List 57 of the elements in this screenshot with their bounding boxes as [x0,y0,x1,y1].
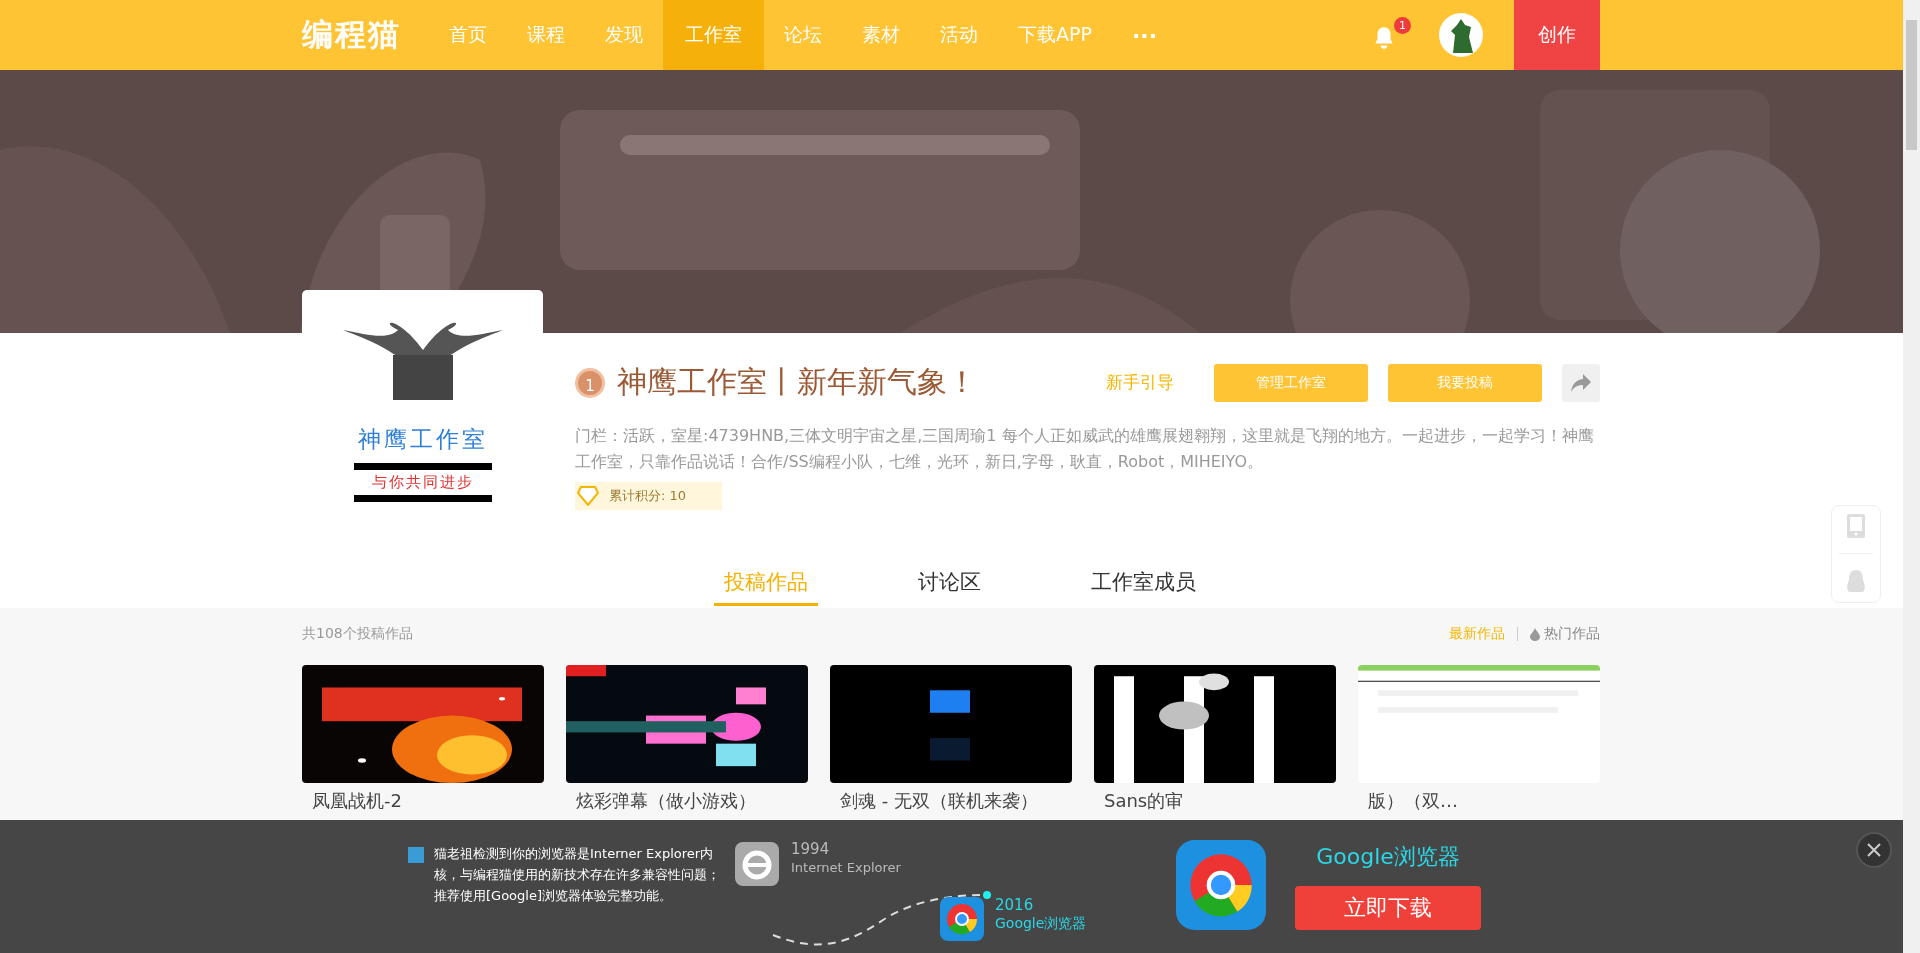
notice-message: 猫老祖检测到你的浏览器是Interner Explorer内核，与编程猫使用的新技术存在许多兼容性问题；推荐使用[Google]浏览器体验完整功能。 [434,845,721,905]
old-year: 1994 [791,840,830,858]
share-icon [1571,373,1591,392]
nav-item[interactable]: 素材 [842,0,920,70]
browser-e-icon [735,842,779,886]
close-button[interactable] [1856,832,1892,868]
studio-button[interactable]: 我要投稿 [1388,363,1542,402]
logo-slogan: 与你共同进步 [353,463,492,502]
points-tag: 累计积分: 10 [575,482,723,511]
studio-description: 门栏：活跃，室星:4739HNB,三体文明宇宙之星,三国周瑜1 每个人正如威武的雄鹰展翅翱翔，这里就是飞翔的地方。一起进步，一起学习！神鹰工作室，只靠作品说话！合作/SS编程小队，七维，光环，新日,字母，耿直，Robot，MIHEIYO。 [575,425,1595,473]
browser-title: Google浏览器 [1316,843,1460,871]
old-browser-name: Internet Explorer [791,860,901,875]
work-card[interactable]: 版）（双… [1358,665,1600,813]
studio-name: 神鹰工作室丨新年新气象！ [617,363,977,401]
penguin-icon[interactable] [1846,570,1866,595]
guide-link[interactable]: 新手引导 [1106,371,1174,394]
work-card[interactable]: 剑魂 - 无双（联机来袭） [830,665,1072,813]
works-count: 共108个投稿作品 [302,625,413,643]
tab[interactable]: 工作室成员 [1081,560,1206,606]
notification-button[interactable]: 1 [1371,16,1411,54]
work-card[interactable]: 炫彩弹幕（做小游戏） [566,665,808,813]
notification-badge: 1 [1394,16,1411,34]
work-title: 剑魂 - 无双（联机来袭） [839,789,1039,813]
share-button[interactable] [1562,363,1600,402]
work-card[interactable]: Sans的审 [1094,665,1336,813]
close-icon [1866,842,1882,858]
scrollbar[interactable] [1903,0,1920,953]
chrome-icon [940,897,984,941]
nav-item[interactable]: 活动 [920,0,998,70]
work-title: Sans的审 [1103,789,1185,813]
sort-link[interactable]: 最新作品 [1449,625,1505,643]
work-title: 炫彩弹幕（做小游戏） [575,789,757,813]
phone-icon[interactable] [1847,513,1865,538]
new-year: 2016 [995,896,1034,914]
nav-item[interactable]: 课程 [507,0,585,70]
tab[interactable]: 讨论区 [908,560,991,606]
level-badge: 1 [575,367,605,398]
site-logo[interactable]: 编程猫 [302,14,401,56]
studio-button[interactable]: 管理工作室 [1214,363,1368,402]
download-button[interactable]: 立即下载 [1295,886,1481,930]
create-button[interactable]: 创作 [1514,0,1600,70]
checkbox[interactable] [408,847,424,863]
nav-item[interactable]: 工作室 [663,0,764,70]
chrome-icon [1176,840,1266,930]
work-card[interactable]: 凤凰战机-2 [302,665,544,813]
nav-item[interactable]: 论坛 [764,0,842,70]
sort-link[interactable]: 热门作品 [1530,625,1600,643]
work-title: 凤凰战机-2 [311,789,403,813]
nav-item[interactable]: 首页 [429,0,507,70]
nav-item[interactable]: 下载APP [998,0,1112,70]
work-title: 版）（双… [1367,789,1459,813]
diamond-icon [577,486,599,507]
more-button[interactable]: ··· [1111,0,1177,70]
avatar-icon[interactable] [1439,13,1483,57]
logo-title: 神鹰工作室 [357,425,488,454]
nav-item[interactable]: 发现 [585,0,663,70]
new-browser-name: Google浏览器 [995,915,1087,933]
